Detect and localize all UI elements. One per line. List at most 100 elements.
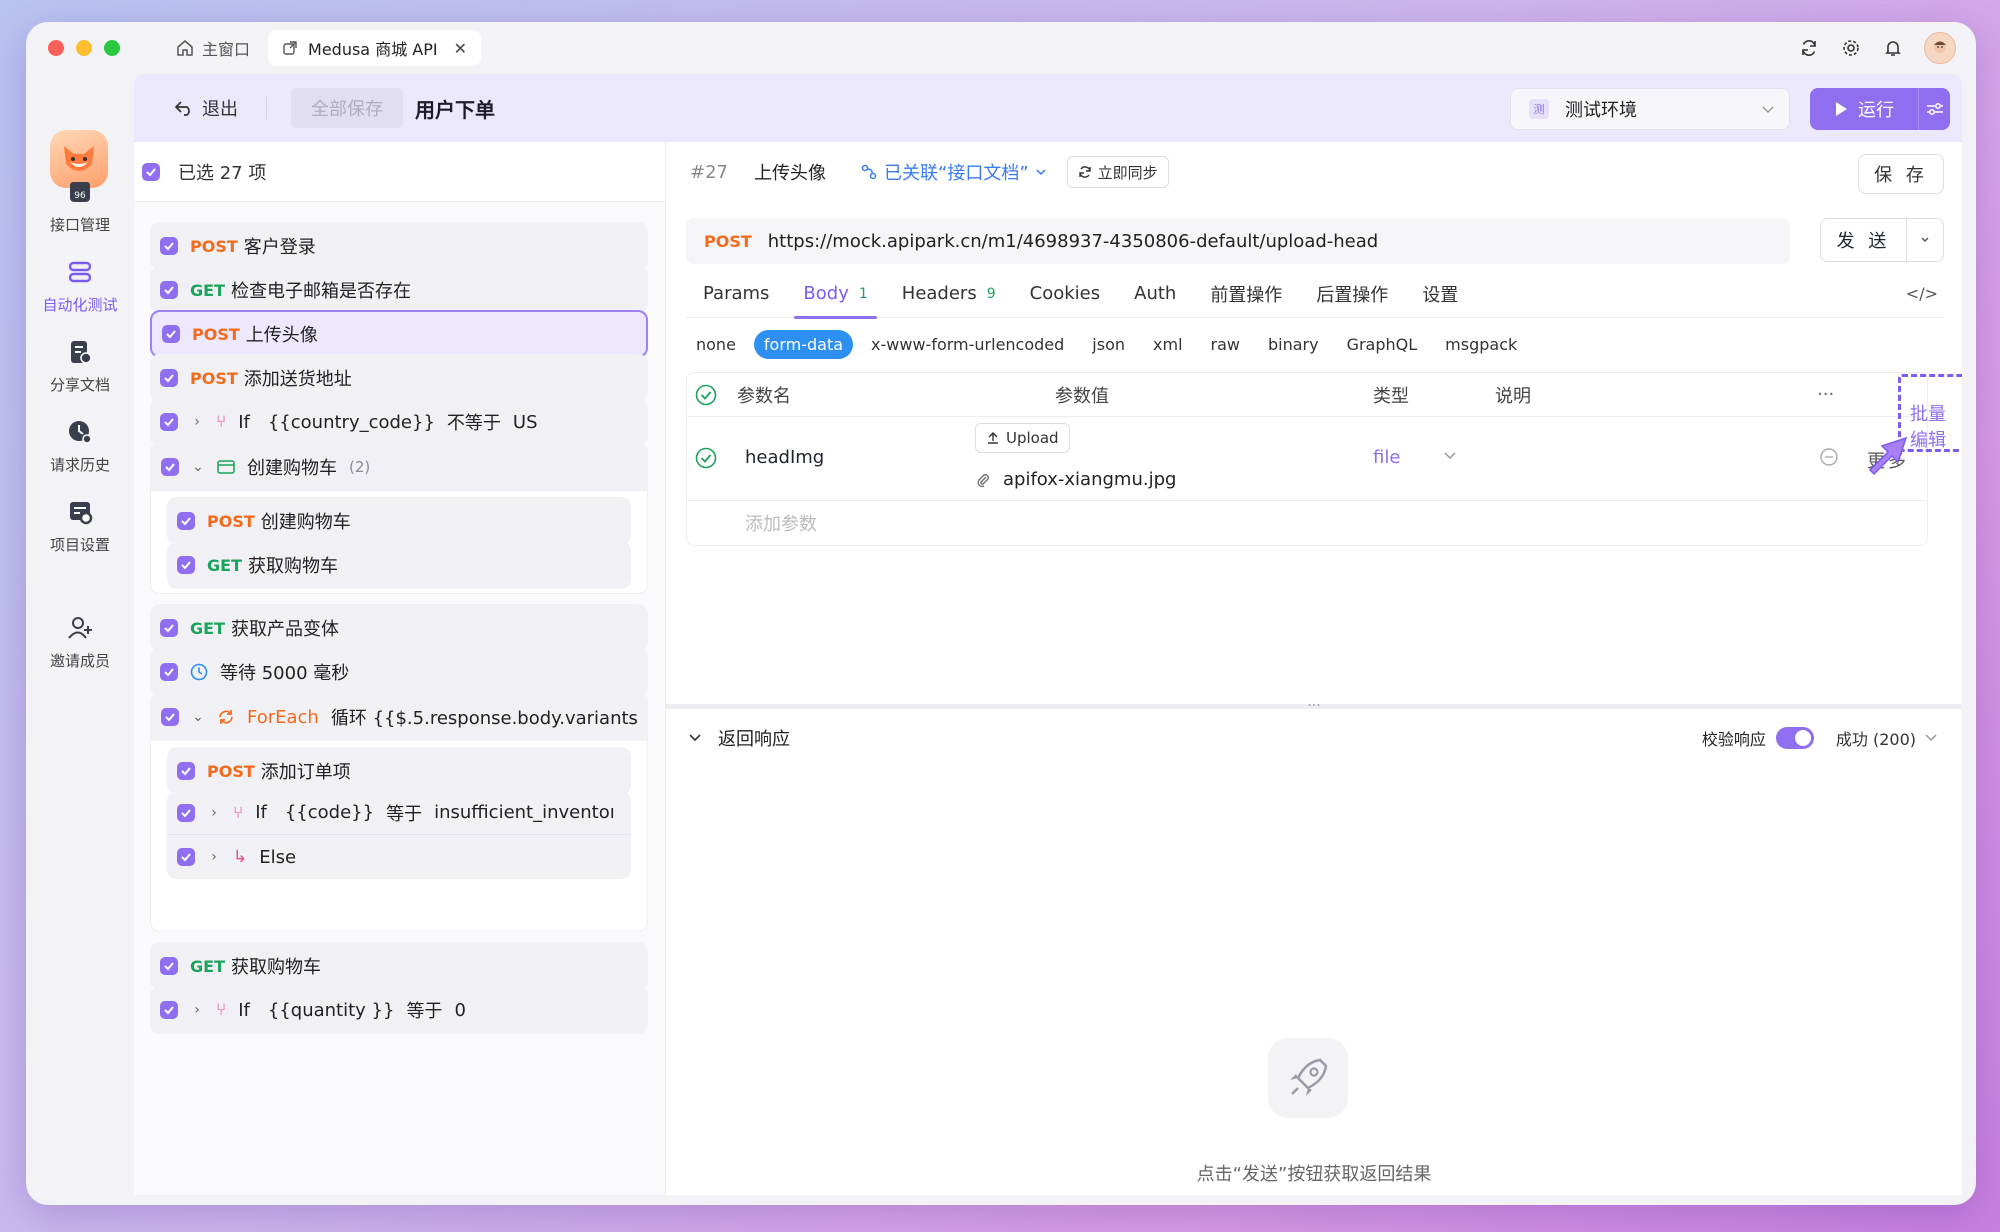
environment-select[interactable]: 测 测试环境 — [1510, 88, 1790, 130]
avatar[interactable] — [1924, 32, 1956, 64]
collapse-chevron-icon[interactable] — [688, 728, 702, 749]
body-type-msgpack[interactable]: msgpack — [1435, 330, 1527, 359]
group-header[interactable]: ⌄ 创建购物车 (2) — [151, 443, 647, 491]
checkbox-icon[interactable] — [160, 1001, 178, 1019]
minimize-window-button[interactable] — [76, 40, 92, 56]
body-type-form-data[interactable]: form-data — [753, 330, 854, 359]
checkbox-icon[interactable] — [160, 663, 178, 681]
bulk-edit-button[interactable]: 批量编辑 — [1910, 400, 1962, 452]
foreach-header[interactable]: ⌄ ForEach 循环 {{$.5.response.body.variant… — [151, 693, 647, 741]
validate-toggle[interactable] — [1775, 727, 1814, 749]
body-type-binary[interactable]: binary — [1258, 330, 1329, 359]
body-type-xml[interactable]: xml — [1143, 330, 1193, 359]
list-item[interactable]: POST 添加送货地址 — [150, 354, 648, 402]
save-button[interactable]: 保 存 — [1858, 154, 1944, 194]
check-circle-icon[interactable] — [695, 447, 717, 473]
chevron-down-icon[interactable]: ⌄ — [191, 459, 205, 475]
else-step[interactable]: › ↳ Else — [167, 835, 631, 879]
tab-headers[interactable]: Headers 9 — [885, 270, 1013, 318]
linked-doc-dropdown[interactable]: 已关联“接口文档” — [860, 159, 1047, 185]
select-all-row[interactable]: 已选 27 项 — [134, 142, 665, 202]
if-step[interactable]: › ⑂ If {{quantity }} 等于 0 — [150, 986, 648, 1034]
checkbox-icon[interactable] — [177, 803, 195, 822]
chevron-right-icon[interactable]: › — [207, 849, 221, 865]
list-item[interactable]: GET 获取购物车 — [150, 942, 648, 990]
sidebar-item-automation[interactable]: 自动化测试 — [26, 258, 134, 315]
tab-home[interactable]: 主窗口 — [176, 36, 250, 60]
list-item[interactable]: GET 检查电子邮箱是否存在 — [150, 266, 648, 314]
tab-post-operations[interactable]: 后置操作 — [1299, 270, 1405, 318]
tab-settings[interactable]: 设置 — [1405, 270, 1475, 318]
add-param-input[interactable]: 添加参数 — [687, 501, 1927, 545]
checkbox-icon[interactable] — [142, 162, 160, 181]
drag-handle-icon[interactable]: ··· — [1307, 698, 1320, 714]
request-url[interactable]: https://mock.apipark.cn/m1/4698937-43508… — [768, 231, 1378, 252]
checkbox-icon[interactable] — [177, 512, 195, 530]
check-circle-icon[interactable] — [695, 384, 717, 411]
if-step[interactable]: › ⑂ If {{country_code}} 不等于 US — [150, 398, 648, 446]
url-input[interactable]: POST https://mock.apipark.cn/m1/4698937-… — [686, 218, 1790, 264]
chevron-down-icon[interactable] — [1924, 728, 1938, 749]
list-item[interactable]: POST 创建购物车 — [167, 497, 631, 545]
tab-body[interactable]: Body 1 — [786, 270, 884, 319]
close-window-button[interactable] — [48, 40, 64, 56]
refresh-icon[interactable] — [1798, 37, 1820, 59]
chevron-right-icon[interactable]: › — [190, 1002, 204, 1018]
list-item-selected[interactable]: POST 上传头像 — [150, 310, 648, 358]
exit-button[interactable]: 退出 — [174, 95, 238, 121]
checkbox-icon[interactable] — [160, 619, 178, 637]
chevron-right-icon[interactable]: › — [207, 805, 221, 821]
close-icon[interactable]: ✕ — [454, 39, 467, 58]
param-type-select[interactable]: file — [1373, 447, 1400, 468]
checkbox-icon[interactable] — [160, 237, 178, 255]
send-button[interactable]: 发 送 — [1821, 219, 1907, 261]
checkbox-icon[interactable] — [177, 556, 195, 574]
tab-auth[interactable]: Auth — [1117, 270, 1193, 318]
list-item[interactable]: GET 获取购物车 — [167, 541, 631, 589]
chevron-right-icon[interactable]: › — [190, 414, 204, 430]
if-step[interactable]: › ⑂ If {{code}} 等于 insufficient_inventoı — [167, 791, 631, 835]
sidebar-item-history[interactable]: 请求历史 — [26, 418, 134, 475]
more-dots-icon[interactable]: ··· — [1817, 384, 1834, 405]
bell-icon[interactable] — [1882, 37, 1904, 59]
list-item[interactable]: POST 添加订单项 — [167, 747, 631, 795]
list-item[interactable]: POST 客户登录 — [150, 222, 648, 270]
upload-button[interactable]: Upload — [975, 423, 1070, 453]
remove-icon[interactable] — [1819, 447, 1839, 471]
sidebar-item-api[interactable]: 96 接口管理 — [26, 178, 134, 235]
checkbox-icon[interactable] — [160, 413, 178, 431]
sidebar-item-invite[interactable]: 邀请成员 — [26, 614, 134, 671]
checkbox-icon[interactable] — [162, 325, 180, 343]
list-item[interactable]: GET 获取产品变体 — [150, 604, 648, 652]
checkbox-icon[interactable] — [160, 957, 178, 975]
body-type-urlencoded[interactable]: x-www-form-urlencoded — [861, 330, 1074, 359]
body-type-raw[interactable]: raw — [1201, 330, 1250, 359]
gear-icon[interactable] — [1840, 37, 1862, 59]
sidebar-item-settings[interactable]: 项目设置 — [26, 498, 134, 555]
checkbox-icon[interactable] — [161, 458, 179, 476]
checkbox-icon[interactable] — [160, 369, 178, 387]
request-method[interactable]: POST — [704, 232, 752, 251]
wait-step[interactable]: 等待 5000 毫秒 — [150, 648, 648, 696]
param-name[interactable]: headImg — [745, 447, 824, 468]
save-all-button[interactable]: 全部保存 — [291, 88, 403, 128]
run-button[interactable]: 运行 — [1810, 88, 1918, 130]
checkbox-icon[interactable] — [177, 848, 195, 866]
body-type-graphql[interactable]: GraphQL — [1337, 330, 1428, 359]
tab-params[interactable]: Params — [686, 270, 786, 318]
run-options-button[interactable] — [1918, 88, 1950, 130]
chevron-down-icon[interactable]: ⌄ — [191, 709, 205, 725]
body-type-json[interactable]: json — [1082, 330, 1135, 359]
sync-button[interactable]: 立即同步 — [1066, 156, 1169, 188]
checkbox-icon[interactable] — [177, 762, 195, 780]
tab-pre-operations[interactable]: 前置操作 — [1193, 270, 1299, 318]
body-type-none[interactable]: none — [686, 330, 746, 359]
checkbox-icon[interactable] — [161, 708, 179, 726]
sidebar-item-share[interactable]: 分享文档 — [26, 338, 134, 395]
tab-cookies[interactable]: Cookies — [1013, 270, 1117, 318]
tab-project[interactable]: Medusa 商城 API ✕ — [268, 30, 481, 66]
chevron-down-icon[interactable] — [1443, 447, 1457, 466]
send-options-button[interactable] — [1907, 219, 1943, 261]
code-icon[interactable]: </> — [1906, 284, 1938, 303]
status-select[interactable]: 成功 (200) — [1836, 726, 1916, 750]
